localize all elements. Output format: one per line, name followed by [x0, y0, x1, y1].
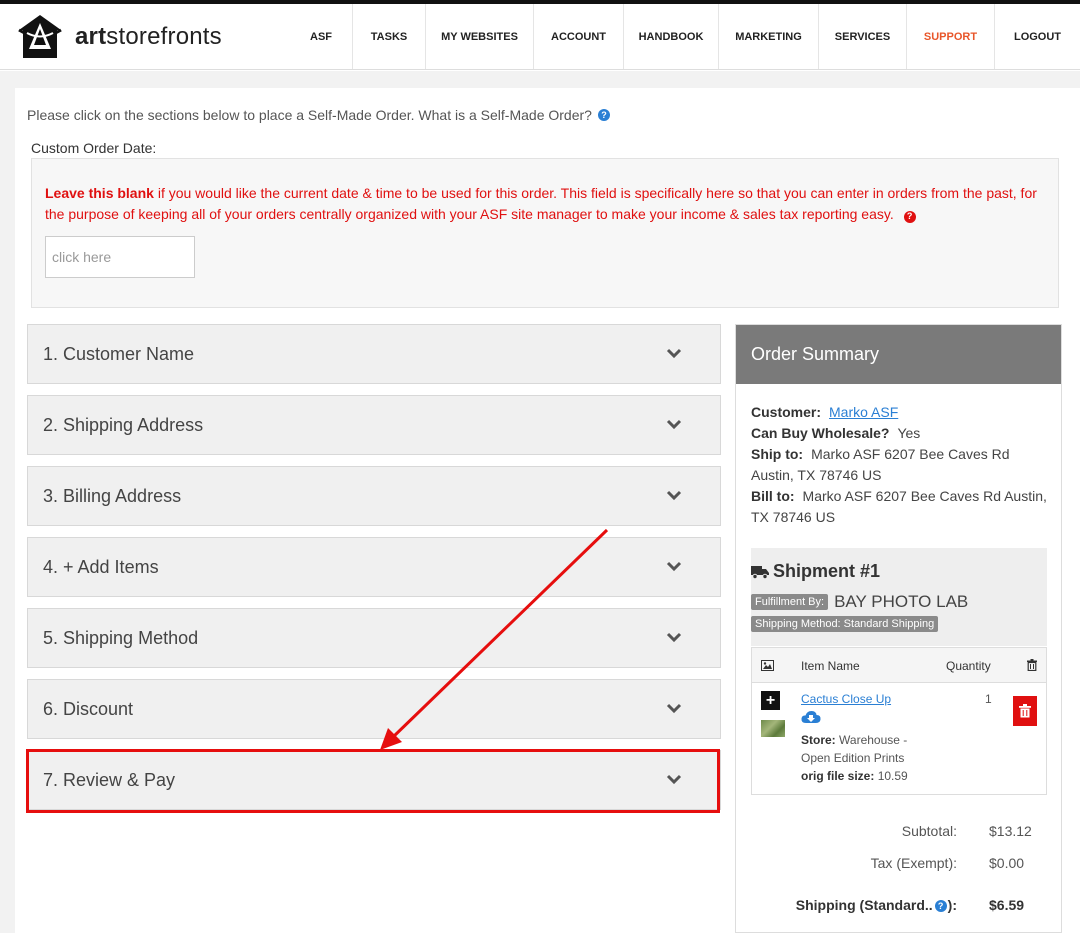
question-icon[interactable]: ? [934, 900, 947, 912]
chevron-down-icon [666, 632, 682, 643]
nav-services[interactable]: SERVICES [818, 4, 906, 69]
fulfillment-row: Fulfillment By: BAY PHOTO LAB [751, 592, 968, 612]
tax-row: Tax (Exempt): $0.00 [870, 855, 1025, 871]
trash-icon [1019, 704, 1031, 718]
item-details: Store: Warehouse - Open Edition Prints o… [801, 733, 908, 783]
image-icon [761, 660, 774, 671]
section-add-items[interactable]: 4. + Add Items [27, 537, 721, 597]
table-header: Item Name Quantity [752, 648, 1046, 683]
chevron-down-icon [666, 774, 682, 785]
section-label: 6. Discount [43, 698, 134, 719]
trash-icon [1027, 659, 1037, 671]
section-label: 3. Billing Address [43, 485, 182, 506]
chevron-down-icon [666, 703, 682, 714]
section-billing-address[interactable]: 3. Billing Address [27, 466, 721, 526]
nav-support[interactable]: SUPPORT [906, 4, 994, 69]
main-nav: ASF TASKS MY WEBSITES ACCOUNT HANDBOOK M… [290, 4, 1080, 69]
shipment-box: Shipment #1 Fulfillment By: BAY PHOTO LA… [751, 548, 1047, 646]
storefront-logo-icon [18, 14, 62, 58]
shipment-title: Shipment #1 [751, 561, 880, 582]
section-label: 5. Shipping Method [43, 627, 199, 648]
order-summary-info: Customer: Marko ASF Can Buy Wholesale? Yes… [751, 404, 1047, 525]
col-item-name: Item Name [801, 659, 860, 673]
section-review-pay[interactable]: 7. Review & Pay [27, 750, 721, 810]
chevron-down-icon [666, 419, 682, 430]
section-discount[interactable]: 6. Discount [27, 679, 721, 739]
shipping-method-badge: Shipping Method: Standard Shipping [751, 616, 939, 632]
nav-my-websites[interactable]: MY WEBSITES [425, 4, 533, 69]
section-label: 7. Review & Pay [43, 769, 176, 790]
custom-date-panel: Leave this blank if you would like the c… [31, 158, 1059, 308]
custom-date-label: Custom Order Date: [31, 140, 157, 156]
item-quantity: 1 [985, 692, 992, 706]
nav-tasks[interactable]: TASKS [352, 4, 425, 69]
section-customer-name[interactable]: 1. Customer Name [27, 324, 721, 384]
site-header: artstorefronts ASF TASKS MY WEBSITES ACC… [0, 4, 1080, 70]
fulfillment-value: BAY PHOTO LAB [834, 592, 969, 611]
col-quantity: Quantity [946, 659, 991, 673]
section-shipping-method[interactable]: 5. Shipping Method [27, 608, 721, 668]
expand-plus-icon[interactable]: + [761, 691, 780, 710]
chevron-down-icon [666, 348, 682, 359]
item-thumbnail [761, 720, 785, 737]
custom-date-notice: Leave this blank if you would like the c… [45, 185, 1037, 223]
items-table: Item Name Quantity + Cactus Close Up Sto… [751, 647, 1047, 795]
item-name-link[interactable]: Cactus Close Up [801, 692, 891, 706]
section-label: 2. Shipping Address [43, 414, 204, 435]
nav-account[interactable]: ACCOUNT [533, 4, 623, 69]
section-label: 1. Customer Name [43, 343, 195, 364]
chevron-down-icon [666, 490, 682, 501]
section-label: 4. + Add Items [43, 556, 159, 577]
fulfillment-badge: Fulfillment By: [751, 594, 829, 610]
truck-icon [751, 565, 769, 579]
nav-logout[interactable]: LOGOUT [994, 4, 1080, 69]
custom-date-input[interactable] [45, 236, 195, 278]
question-icon[interactable]: ? [903, 210, 916, 223]
subtotal-row: Subtotal: $13.12 [901, 823, 1032, 839]
cloud-download-icon[interactable] [801, 710, 821, 724]
table-row: + Cactus Close Up Store: Warehouse - Ope… [752, 683, 1046, 795]
intro-text: Please click on the sections below to pl… [27, 107, 610, 123]
nav-asf[interactable]: ASF [290, 4, 352, 69]
shipping-row: Shipping (Standard..?): $6.59 [795, 897, 1025, 913]
order-totals: Subtotal: $13.12 Tax (Exempt): $0.00 Shi… [751, 823, 1047, 929]
logo[interactable]: artstorefronts [0, 4, 290, 69]
delete-item-button[interactable] [1013, 696, 1037, 726]
section-shipping-address[interactable]: 2. Shipping Address [27, 395, 721, 455]
chevron-down-icon [666, 561, 682, 572]
order-summary-title: Order Summary [736, 325, 1061, 384]
brand-name: artstorefronts [75, 22, 222, 50]
nav-marketing[interactable]: MARKETING [718, 4, 818, 69]
order-summary: Order Summary Customer: Marko ASF Can Buy… [735, 324, 1062, 933]
customer-link[interactable]: Marko ASF [829, 404, 898, 420]
question-icon[interactable]: ? [597, 109, 610, 121]
shipping-method-row: Shipping Method: Standard Shipping [751, 614, 939, 632]
nav-handbook[interactable]: HANDBOOK [623, 4, 718, 69]
